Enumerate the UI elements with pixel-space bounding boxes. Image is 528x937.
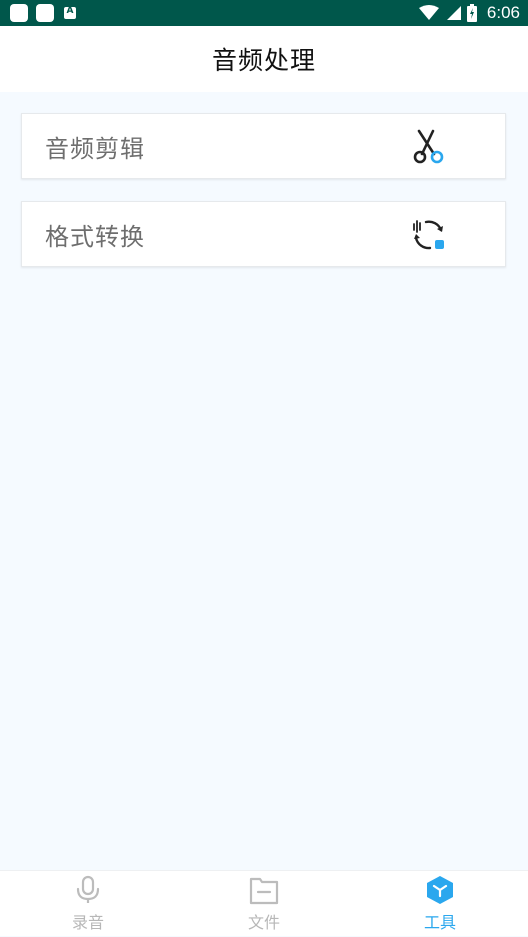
notification-icon: [10, 4, 28, 22]
microphone-icon: [76, 875, 100, 903]
status-bar: 6:06: [0, 0, 528, 26]
nav-item-record[interactable]: 录音: [0, 871, 176, 937]
format-convert-label: 格式转换: [45, 222, 145, 251]
nav-label-record: 录音: [71, 913, 104, 932]
status-notifications: [10, 4, 76, 22]
toolbox-icon: [427, 876, 453, 904]
audio-clip-label: 音频剪辑: [45, 134, 145, 163]
wifi-icon: [418, 5, 439, 20]
nav-item-tools[interactable]: 工具: [352, 871, 528, 937]
app-bar: 音频处理: [0, 26, 528, 92]
bottom-nav: 录音 文件 工具: [0, 870, 528, 936]
status-time: 6:06: [486, 3, 520, 22]
cell-signal-icon: [446, 6, 461, 20]
format-convert-card[interactable]: 格式转换: [21, 201, 506, 267]
audio-clip-card[interactable]: 音频剪辑: [21, 113, 506, 179]
scissors-icon: [413, 129, 444, 164]
status-indicators: 6:06: [418, 0, 520, 26]
nav-label-tools: 工具: [423, 913, 456, 932]
folder-icon: [249, 877, 279, 905]
page-title: 音频处理: [211, 46, 316, 75]
keyboard-notification-icon: [64, 6, 76, 19]
notification-icon: [36, 4, 54, 22]
format-convert-icon: [413, 220, 444, 250]
nav-item-files[interactable]: 文件: [176, 871, 352, 937]
nav-label-files: 文件: [247, 913, 280, 932]
battery-icon: [466, 4, 477, 22]
